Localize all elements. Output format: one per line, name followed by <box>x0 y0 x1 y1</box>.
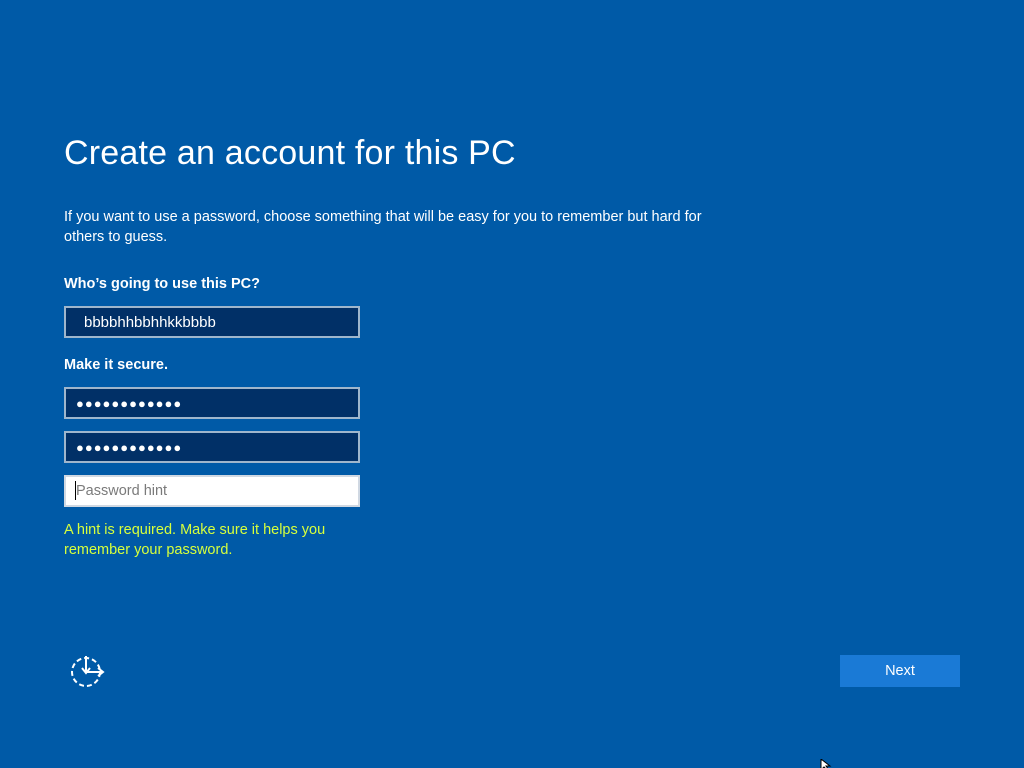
password-section-label: Make it secure. <box>64 357 168 373</box>
text-caret <box>75 481 76 500</box>
mouse-pointer-icon <box>820 757 834 768</box>
ease-of-access-icon[interactable] <box>68 652 108 690</box>
confirm-password-input[interactable] <box>64 431 360 463</box>
oobe-account-screen: Create an account for this PC If you wan… <box>0 0 1024 768</box>
next-button[interactable]: Next <box>840 655 960 687</box>
hint-error-message: A hint is required. Make sure it helps y… <box>64 522 326 558</box>
password-input[interactable] <box>64 387 360 419</box>
username-input[interactable] <box>64 306 360 338</box>
password-hint-input[interactable] <box>64 475 360 507</box>
username-label: Who’s going to use this PC? <box>64 276 261 292</box>
page-title: Create an account for this PC <box>64 134 516 172</box>
page-description: If you want to use a password, choose so… <box>64 209 702 245</box>
